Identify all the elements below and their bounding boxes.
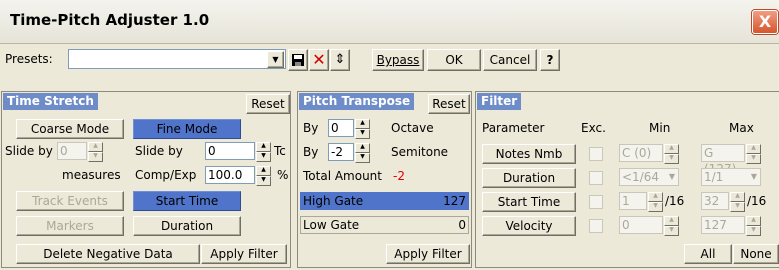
close-icon: X — [758, 12, 772, 31]
all-button[interactable]: All — [684, 244, 732, 264]
help-icon: ? — [546, 53, 554, 67]
presets-label: Presets: — [5, 52, 53, 66]
delete-icon: ✕ — [312, 50, 326, 69]
start-time-min-input[interactable]: 1 — [619, 192, 647, 210]
start-time-min-unit: /16 — [665, 194, 685, 208]
duration-button[interactable]: Duration — [133, 216, 241, 236]
velocity-max-input[interactable]: 127 — [701, 216, 745, 234]
notes-nmb-exc-checkbox[interactable] — [589, 147, 603, 161]
low-gate-label: Low Gate — [303, 218, 360, 232]
by-octave-spinner[interactable]: ▲ ▼ — [355, 119, 370, 139]
presets-combo[interactable]: ▼ — [68, 49, 286, 69]
track-events-button[interactable]: Track Events — [16, 191, 124, 211]
octave-unit-label: Octave — [391, 121, 434, 135]
pitch-apply-filter-button[interactable]: Apply Filter — [386, 244, 470, 264]
slide-by-ticks-input[interactable]: 0 — [205, 142, 255, 160]
low-gate-value: 0 — [458, 218, 466, 232]
velocity-min-input[interactable]: 0 — [619, 216, 663, 234]
start-time-button[interactable]: Start Time — [133, 191, 241, 211]
swap-arrows-icon: ⇕ — [334, 52, 346, 67]
slide-by-measures-label: Slide by — [5, 144, 53, 158]
comp-exp-spinner[interactable]: ▲ ▼ — [256, 166, 271, 186]
velocity-min-spinner[interactable]: ▲ ▼ — [664, 216, 679, 236]
by-semitone-spinner[interactable]: ▲ ▼ — [355, 143, 370, 163]
notes-nmb-max-input[interactable]: G (127) — [701, 144, 745, 176]
filter-panel: Filter Parameter Exc. Min Max Notes Nmb … — [475, 91, 779, 268]
title-bar: Time-Pitch Adjuster 1.0 X — [0, 0, 779, 44]
swap-preset-button[interactable]: ⇕ — [330, 49, 350, 71]
time-stretch-reset-button[interactable]: Reset — [246, 94, 290, 114]
comp-exp-label: Comp/Exp — [135, 168, 197, 182]
velocity-exc-checkbox[interactable] — [589, 219, 603, 233]
slide-by-measures-input[interactable]: 0 — [57, 142, 87, 160]
notes-nmb-button[interactable]: Notes Nmb — [482, 144, 576, 164]
duration-max-select[interactable]: 1/1 ▼ — [701, 168, 761, 186]
cancel-button[interactable]: Cancel — [483, 49, 537, 71]
start-time-min-spinner[interactable]: ▲ ▼ — [648, 192, 663, 212]
coarse-mode-button[interactable]: Coarse Mode — [16, 119, 124, 139]
high-gate-label: High Gate — [303, 194, 364, 208]
pitch-transpose-panel: Pitch Transpose Reset By 0 ▲ ▼ Octave By … — [297, 91, 472, 268]
chevron-down-icon: ▼ — [750, 172, 757, 181]
by-octave-input[interactable]: 0 — [328, 119, 354, 137]
save-icon — [292, 54, 304, 66]
measures-label: measures — [62, 168, 121, 182]
pitch-transpose-reset-button[interactable]: Reset — [428, 94, 470, 114]
notes-nmb-min-spinner[interactable]: ▲ ▼ — [664, 144, 679, 164]
time-stretch-apply-filter-button[interactable]: Apply Filter — [201, 244, 287, 264]
total-amount-label: Total Amount — [303, 169, 382, 183]
start-time-max-unit: /16 — [747, 194, 767, 208]
pitch-transpose-title: Pitch Transpose — [299, 93, 415, 110]
by-semitone-input[interactable]: -2 — [328, 143, 354, 161]
none-button[interactable]: None — [733, 244, 779, 264]
notes-nmb-min-input[interactable]: C (0) — [619, 144, 663, 162]
chevron-down-icon: ▼ — [668, 172, 675, 181]
close-button[interactable]: X — [752, 10, 778, 34]
duration-max-value: 1/1 — [704, 170, 724, 184]
time-stretch-panel: Time Stretch Reset Coarse Mode Fine Mode… — [1, 91, 291, 268]
delete-preset-button[interactable]: ✕ — [309, 49, 329, 71]
time-stretch-title: Time Stretch — [3, 93, 98, 110]
filter-title: Filter — [477, 93, 522, 110]
markers-button[interactable]: Markers — [16, 216, 124, 236]
semitone-unit-label: Semitone — [391, 145, 449, 159]
by-semitone-label: By — [303, 145, 319, 159]
col-parameter: Parameter — [482, 121, 545, 135]
fine-mode-button[interactable]: Fine Mode — [133, 119, 241, 139]
total-amount-value: -2 — [393, 169, 405, 183]
start-time-filter-button[interactable]: Start Time — [482, 192, 576, 212]
start-time-exc-checkbox[interactable] — [589, 195, 603, 209]
high-gate-slider[interactable]: High Gate 127 — [300, 192, 469, 210]
slide-by-ticks-spinner[interactable]: ▲ ▼ — [256, 142, 271, 162]
velocity-max-spinner[interactable]: ▲ ▼ — [746, 216, 761, 236]
window-title: Time-Pitch Adjuster 1.0 — [10, 11, 210, 29]
col-min: Min — [649, 121, 671, 135]
duration-min-value: <1/64 — [622, 170, 660, 184]
slide-by-ticks-label: Slide by — [135, 144, 183, 158]
delete-negative-data-button[interactable]: Delete Negative Data — [16, 244, 200, 264]
notes-nmb-max-spinner[interactable]: ▲ ▼ — [746, 144, 761, 164]
start-time-max-input[interactable]: 32 — [701, 192, 729, 210]
col-max: Max — [729, 121, 754, 135]
duration-exc-checkbox[interactable] — [589, 171, 603, 185]
start-time-max-spinner[interactable]: ▲ ▼ — [730, 192, 745, 212]
ok-button[interactable]: OK — [427, 49, 481, 71]
high-gate-value: 127 — [443, 194, 466, 208]
duration-min-select[interactable]: <1/64 ▼ — [619, 168, 679, 186]
chevron-down-icon[interactable]: ▼ — [267, 51, 284, 68]
percent-unit-label: % — [277, 168, 289, 182]
low-gate-slider[interactable]: Low Gate 0 — [300, 216, 469, 234]
by-octave-label: By — [303, 121, 319, 135]
velocity-filter-button[interactable]: Velocity — [482, 216, 576, 236]
comp-exp-input[interactable]: 100.0 — [205, 166, 255, 184]
bypass-button[interactable]: Bypass — [372, 49, 424, 71]
slide-by-measures-spinner[interactable]: ▲ ▼ — [88, 142, 103, 162]
ticks-unit-label: Tc — [274, 144, 286, 158]
col-exc: Exc. — [581, 121, 606, 135]
duration-filter-button[interactable]: Duration — [482, 168, 576, 188]
save-preset-button[interactable] — [288, 49, 308, 71]
help-button[interactable]: ? — [540, 49, 560, 71]
